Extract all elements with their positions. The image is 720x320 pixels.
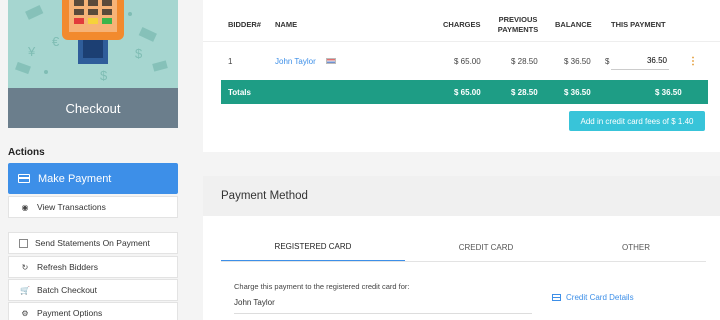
currency-symbol: $ [605, 56, 610, 66]
registered-card-holder: John Taylor [234, 298, 532, 314]
checkout-panel: BIDDER# NAME CHARGES PREVIOUS PAYMENTS B… [203, 0, 720, 152]
bidder-name-cell: John Taylor [275, 43, 336, 79]
tabs-divider [221, 261, 706, 262]
view-transactions-label: View Transactions [37, 202, 106, 212]
payment-method-heading: Payment Method [203, 176, 720, 216]
credit-card-icon [552, 294, 561, 301]
col-this-payment: THIS PAYMENT [611, 20, 666, 29]
table-row: 1 John Taylor $ 65.00 $ 28.50 $ 36.50 $ … [203, 43, 720, 79]
eye-icon: ◉ [21, 202, 29, 212]
totals-label: Totals [228, 87, 251, 97]
checkout-label[interactable]: Checkout [8, 88, 178, 128]
refresh-icon: ↻ [21, 262, 29, 272]
svg-text:€: € [52, 34, 60, 49]
total-charges: $ 65.00 [454, 87, 481, 97]
make-payment-button[interactable]: Make Payment [8, 163, 178, 194]
col-charges: CHARGES [443, 20, 481, 29]
checkout-hero[interactable]: ¥ € $ $ Checkout [8, 0, 178, 128]
bidder-number: 1 [228, 56, 233, 66]
bidder-name-link[interactable]: John Taylor [275, 57, 316, 66]
table-header: BIDDER# NAME CHARGES PREVIOUS PAYMENTS B… [203, 8, 720, 42]
payment-method-panel: REGISTERED CARD CREDIT CARD OTHER Charge… [203, 216, 720, 320]
tab-registered-card[interactable]: REGISTERED CARD [221, 232, 405, 262]
this-payment-input[interactable] [611, 52, 669, 70]
send-statements-label: Send Statements On Payment [35, 238, 150, 248]
col-balance: BALANCE [555, 20, 592, 29]
flag-icon [325, 58, 336, 64]
charges-value: $ 65.00 [454, 56, 481, 66]
svg-text:¥: ¥ [27, 44, 36, 59]
previous-payments-value: $ 28.50 [511, 56, 538, 66]
tab-other[interactable]: OTHER [544, 232, 720, 262]
balance-value: $ 36.50 [564, 56, 591, 66]
refresh-bidders-label: Refresh Bidders [37, 262, 98, 272]
total-previous-payments: $ 28.50 [511, 87, 538, 97]
credit-card-details-label: Credit Card Details [566, 293, 634, 302]
checkbox-icon[interactable] [19, 238, 28, 248]
total-this-payment: $ 36.50 [655, 87, 682, 97]
payment-options-button[interactable]: ⚙ Payment Options [8, 302, 178, 320]
registered-card-note: Charge this payment to the registered cr… [234, 282, 410, 291]
batch-checkout-label: Batch Checkout [37, 285, 98, 295]
credit-card-details-link[interactable]: Credit Card Details [552, 293, 634, 302]
cart-icon: 🛒 [20, 285, 30, 295]
svg-text:$: $ [135, 46, 143, 61]
credit-card-icon [18, 174, 30, 183]
payment-input-wrap [611, 43, 669, 79]
svg-text:$: $ [100, 68, 108, 83]
card-terminal-illustration: ¥ € $ $ [8, 0, 178, 88]
refresh-bidders-button[interactable]: ↻ Refresh Bidders [8, 256, 178, 278]
make-payment-label: Make Payment [38, 172, 112, 185]
col-name: NAME [275, 20, 298, 29]
gear-icon: ⚙ [21, 308, 29, 318]
total-balance: $ 36.50 [564, 87, 591, 97]
add-card-fees-button[interactable]: Add in credit card fees of $ 1.40 [569, 111, 705, 131]
sidebar: ¥ € $ $ Checkout Actions Make Payment ◉ … [0, 0, 186, 320]
send-statements-checkbox[interactable]: Send Statements On Payment [8, 232, 178, 254]
view-transactions-button[interactable]: ◉ View Transactions [8, 196, 178, 218]
totals-row: Totals $ 65.00 $ 28.50 $ 36.50 $ 36.50 [221, 80, 708, 104]
batch-checkout-button[interactable]: 🛒 Batch Checkout [8, 279, 178, 301]
col-previous-payments: PREVIOUS PAYMENTS [497, 15, 539, 34]
payment-options-label: Payment Options [37, 308, 103, 318]
more-options-icon[interactable]: ⋮ [688, 43, 698, 79]
col-bidder: BIDDER# [228, 20, 261, 29]
actions-heading: Actions [8, 147, 45, 158]
